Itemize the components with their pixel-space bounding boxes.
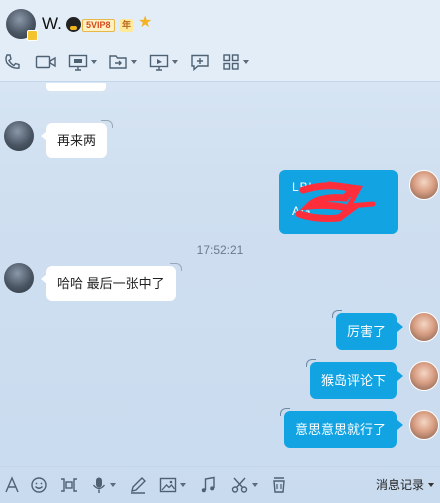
contact-avatar[interactable]	[4, 263, 34, 293]
chevron-down-icon	[180, 483, 186, 487]
screen-share-icon	[68, 54, 88, 71]
add-chat-icon	[191, 54, 209, 71]
chat-header: W. 5VIP8 年 ★	[0, 0, 440, 82]
message-history-button[interactable]: 消息记录	[376, 476, 434, 493]
message-list[interactable]: “ ” 再来两 LBk AG 17:52:21 哈哈 最后一张中了 厉害了 猴岛…	[0, 83, 440, 463]
self-avatar[interactable]	[409, 312, 439, 342]
font-icon	[5, 476, 19, 493]
gif-icon	[61, 478, 77, 492]
message-bubble-clipped: “ ”	[46, 83, 106, 91]
file-transfer-button[interactable]	[108, 50, 137, 74]
clear-button[interactable]	[272, 475, 286, 495]
add-chat-button[interactable]	[190, 50, 210, 74]
header-toolbar	[0, 50, 440, 74]
fold-icon	[306, 359, 316, 367]
self-avatar[interactable]	[409, 410, 439, 440]
chevron-down-icon	[110, 483, 116, 487]
voice-icon	[92, 477, 106, 493]
message-bubble-self: 厉害了	[332, 310, 404, 350]
star-icon[interactable]: ★	[138, 15, 152, 31]
image-icon	[159, 477, 177, 493]
video-icon	[35, 55, 56, 69]
contact-avatar[interactable]	[4, 121, 34, 151]
message-bubble-self: 猴岛评论下	[306, 359, 404, 399]
screen-share-button[interactable]	[68, 50, 97, 74]
font-button[interactable]	[4, 475, 20, 495]
message-bubble: 再来两	[40, 120, 114, 158]
fold-icon	[169, 263, 182, 271]
chevron-down-icon	[428, 482, 434, 487]
message-bubble-self: 意思意思就行了	[280, 408, 404, 448]
pen-button[interactable]	[129, 475, 147, 495]
chevron-down-icon	[172, 60, 178, 64]
message-timestamp: 17:52:21	[196, 243, 244, 257]
contact-name[interactable]: W.	[42, 14, 62, 34]
file-transfer-icon	[109, 55, 127, 69]
screenshot-button[interactable]	[231, 475, 258, 495]
pen-icon	[131, 477, 146, 494]
fold-icon	[101, 120, 114, 128]
message-bubble: 哈哈 最后一张中了	[41, 263, 182, 301]
image-button[interactable]	[159, 475, 186, 495]
image-message[interactable]: LBk AG	[279, 170, 398, 234]
video-button[interactable]	[35, 50, 57, 74]
chevron-down-icon	[131, 60, 137, 64]
music-icon	[201, 476, 215, 493]
phone-button[interactable]	[3, 50, 21, 74]
chevron-down-icon	[252, 483, 258, 487]
remote-desktop-icon	[149, 54, 169, 71]
emoji-icon	[31, 477, 47, 493]
contact-avatar[interactable]	[6, 9, 38, 41]
gif-button[interactable]	[59, 475, 79, 495]
penguin-icon	[66, 17, 81, 32]
vip-badge[interactable]: 5VIP8	[82, 19, 115, 32]
phone-icon	[5, 54, 20, 69]
self-avatar[interactable]	[409, 170, 439, 200]
voice-button[interactable]	[91, 475, 116, 495]
fold-icon	[332, 310, 342, 318]
music-button[interactable]	[200, 475, 216, 495]
redaction-scribble	[295, 181, 376, 222]
chevron-down-icon	[243, 60, 249, 64]
input-toolbar: 消息记录	[0, 466, 440, 503]
emoji-button[interactable]	[30, 475, 48, 495]
self-avatar[interactable]	[409, 361, 439, 391]
fold-icon	[280, 408, 290, 416]
status-badge	[27, 30, 38, 41]
apps-button[interactable]	[222, 50, 249, 74]
apps-icon	[223, 54, 239, 70]
clear-icon	[273, 477, 285, 493]
year-badge: 年	[120, 19, 134, 32]
scissors-icon	[231, 477, 248, 493]
chevron-down-icon	[91, 60, 97, 64]
remote-desktop-button[interactable]	[149, 50, 178, 74]
